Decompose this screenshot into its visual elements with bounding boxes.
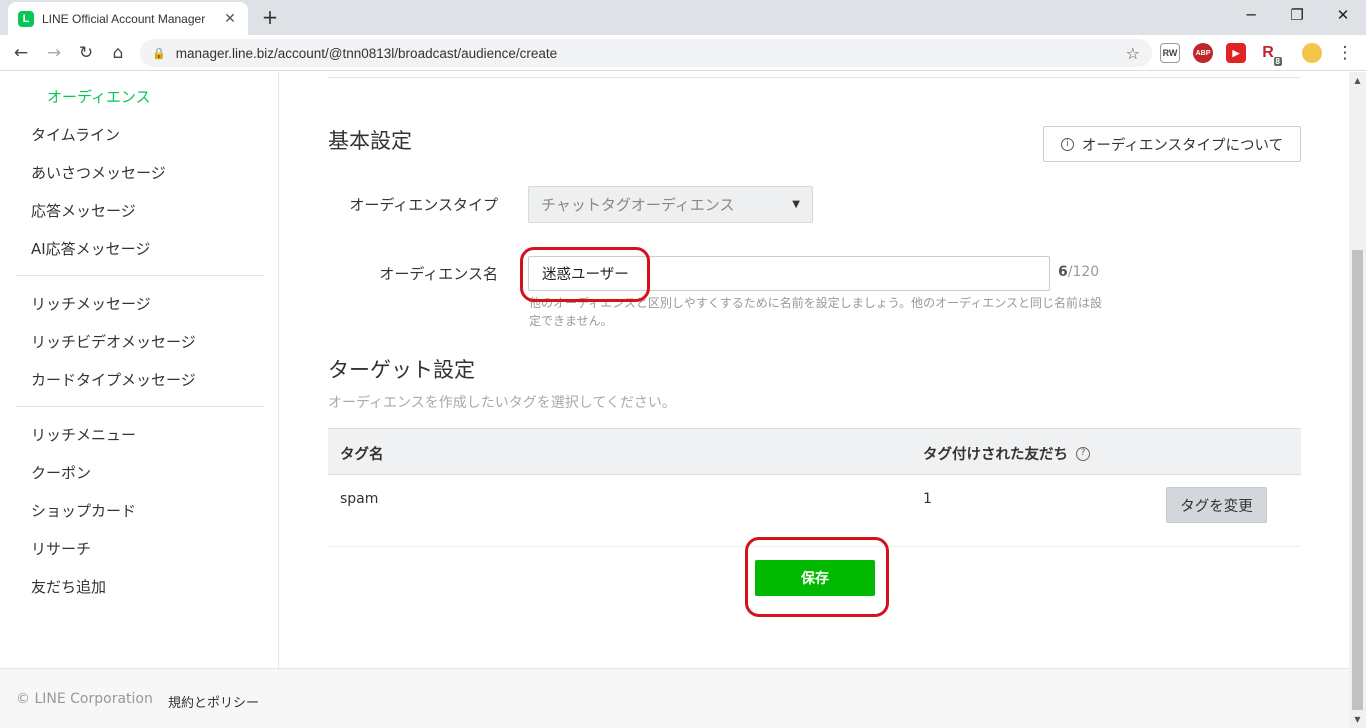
table-row: spam 1 タグを変更	[328, 475, 1301, 547]
sidebar-item-rich-video[interactable]: リッチビデオメッセージ	[31, 331, 196, 352]
char-counter: 6/120	[1058, 264, 1099, 280]
audience-name-input[interactable]	[528, 256, 1050, 291]
terms-policy-link[interactable]: 規約とポリシー	[168, 692, 259, 711]
section-divider	[328, 77, 1301, 78]
sidebar-divider	[15, 406, 264, 407]
forward-icon[interactable]: →	[41, 40, 67, 66]
extension-r-icon[interactable]: R 8	[1258, 43, 1282, 66]
char-max: /120	[1067, 264, 1100, 280]
browser-tab-bar: L LINE Official Account Manager ✕ + ─ ❐ …	[0, 0, 1366, 35]
sidebar-item-audience[interactable]: オーディエンス	[47, 86, 151, 107]
extension-rw-icon[interactable]: RW	[1160, 43, 1180, 63]
sidebar-nav: オーディエンス タイムライン あいさつメッセージ 応答メッセージ AI応答メッセ…	[0, 72, 279, 668]
sidebar-item-add-friends[interactable]: 友だち追加	[31, 576, 106, 597]
scroll-up-icon[interactable]: ▲	[1349, 72, 1366, 89]
minimize-icon[interactable]: ─	[1228, 0, 1274, 32]
audience-name-label: オーディエンス名	[379, 265, 498, 283]
copyright-text: © LINE Corporation	[16, 691, 153, 707]
col-friends-label: タグ付けされた友だち	[923, 447, 1068, 463]
tag-table: タグ名 タグ付けされた友だち ? spam 1 タグを変更	[328, 428, 1301, 547]
address-bar[interactable]: 🔒 manager.line.biz/account/@tnn0813l/bro…	[140, 39, 1152, 67]
col-tag-name: タグ名	[340, 443, 384, 464]
extension-play-icon[interactable]: ▶	[1226, 43, 1246, 63]
audience-name-help: 他のオーディエンスと区別しやすくするために名前を設定しましょう。他のオーディエン…	[529, 296, 1103, 328]
chevron-down-icon: ▼	[792, 199, 800, 210]
tab-close-icon[interactable]: ✕	[222, 11, 238, 27]
lock-icon: 🔒	[152, 46, 166, 60]
scroll-down-icon[interactable]: ▼	[1349, 711, 1366, 728]
page-scrollbar[interactable]: ▲ ▼	[1349, 72, 1366, 728]
browser-tab[interactable]: L LINE Official Account Manager ✕	[8, 2, 248, 35]
row-friend-count: 1	[923, 491, 932, 507]
extension-r-letter: R	[1262, 44, 1274, 61]
audience-type-label: オーディエンスタイプ	[349, 196, 498, 214]
audience-type-select[interactable]: チャットタグオーディエンス ▼	[528, 186, 813, 223]
chrome-menu-icon[interactable]: ⋮	[1332, 40, 1358, 66]
home-icon[interactable]: ⌂	[105, 40, 131, 66]
target-subtext: オーディエンスを作成したいタグを選択してください。	[328, 395, 676, 411]
profile-avatar[interactable]	[1302, 43, 1322, 63]
main-content: 基本設定 i オーディエンスタイプについて オーディエンスタイプ チャットタグオ…	[280, 72, 1349, 668]
sidebar-item-auto-reply[interactable]: 応答メッセージ	[31, 200, 136, 221]
line-favicon-icon: L	[18, 10, 34, 27]
sidebar-item-rich-menu[interactable]: リッチメニュー	[31, 424, 136, 445]
sidebar-item-greeting[interactable]: あいさつメッセージ	[31, 162, 166, 183]
target-settings-heading: ターゲット設定	[328, 358, 475, 382]
col-tagged-friends: タグ付けされた友だち ?	[923, 443, 1090, 464]
audience-type-value: チャットタグオーディエンス	[541, 196, 735, 214]
page-footer: © LINE Corporation 規約とポリシー	[0, 668, 1349, 728]
basic-settings-heading: 基本設定	[328, 129, 412, 153]
row-tag-name: spam	[340, 491, 379, 507]
sidebar-item-ai-reply[interactable]: AI応答メッセージ	[31, 238, 150, 259]
window-close-icon[interactable]: ✕	[1320, 0, 1366, 32]
scroll-thumb[interactable]	[1352, 250, 1363, 710]
col-tag-label: タグ名	[340, 447, 384, 463]
url-text: manager.line.biz/account/@tnn0813l/broad…	[175, 45, 558, 61]
sidebar-item-coupon[interactable]: クーポン	[31, 462, 91, 483]
change-tag-button[interactable]: タグを変更	[1166, 487, 1267, 523]
about-button-label: オーディエンスタイプについて	[1081, 137, 1284, 154]
sidebar-item-research[interactable]: リサーチ	[31, 538, 91, 559]
about-audience-type-button[interactable]: i オーディエンスタイプについて	[1043, 126, 1301, 162]
reload-icon[interactable]: ↻	[73, 40, 99, 66]
bookmark-star-icon[interactable]: ☆	[1126, 44, 1140, 63]
adblock-icon[interactable]: ABP	[1193, 43, 1213, 63]
restore-icon[interactable]: ❐	[1274, 0, 1320, 32]
extension-badge: 8	[1273, 57, 1282, 66]
sidebar-divider	[15, 275, 264, 276]
char-count: 6	[1058, 264, 1068, 280]
info-icon: i	[1060, 137, 1074, 151]
sidebar-item-timeline[interactable]: タイムライン	[31, 124, 120, 145]
browser-toolbar: ← → ↻ ⌂ 🔒 manager.line.biz/account/@tnn0…	[0, 35, 1366, 71]
help-icon[interactable]: ?	[1076, 446, 1090, 461]
back-icon[interactable]: ←	[8, 40, 34, 66]
sidebar-item-rich-message[interactable]: リッチメッセージ	[31, 293, 151, 314]
sidebar-item-shop-card[interactable]: ショップカード	[31, 500, 136, 521]
table-header: タグ名 タグ付けされた友だち ?	[328, 428, 1301, 475]
save-button[interactable]: 保存	[755, 560, 875, 596]
new-tab-icon[interactable]: +	[258, 5, 282, 29]
tab-title: LINE Official Account Manager	[42, 11, 206, 26]
sidebar-item-card-message[interactable]: カードタイプメッセージ	[31, 369, 196, 390]
